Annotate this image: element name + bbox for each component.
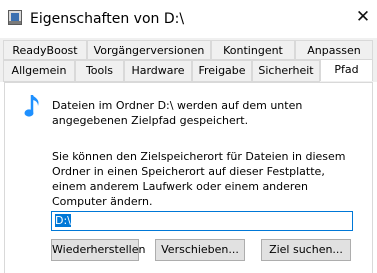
close-icon[interactable]: ✕ <box>352 6 374 28</box>
restore-button[interactable]: Wiederherstellen <box>51 239 145 261</box>
location-instructions: Sie können den Zielspeicherort für Datei… <box>52 150 346 208</box>
tab-vorgaengerversionen[interactable]: Vorgängerversionen <box>87 40 211 60</box>
move-button[interactable]: Verschieben... <box>155 239 245 261</box>
tab-readyboost[interactable]: ReadyBoost <box>3 40 87 60</box>
window-title: Eigenschaften von D:\ <box>30 11 185 27</box>
tab-allgemein[interactable]: Allgemein <box>3 60 75 82</box>
folder-description: Dateien im Ordner D:\ werden auf dem unt… <box>52 99 303 127</box>
path-value: D:\ <box>55 214 71 227</box>
tab-anpassen[interactable]: Anpassen <box>295 40 373 60</box>
tab-tools[interactable]: Tools <box>75 60 124 82</box>
tab-kontingent[interactable]: Kontingent <box>211 40 295 60</box>
title-bar: Eigenschaften von D:\ ✕ <box>0 0 377 38</box>
target-path-input[interactable]: D:\ <box>51 211 353 231</box>
drive-properties-icon <box>8 10 22 25</box>
tab-strip: ReadyBoost Vorgängerversionen Kontingent… <box>0 38 377 82</box>
tab-freigabe[interactable]: Freigabe <box>192 60 252 82</box>
music-note-icon <box>24 95 39 117</box>
tab-pfad[interactable]: Pfad <box>320 59 373 81</box>
find-target-button[interactable]: Ziel suchen... <box>261 239 351 261</box>
tab-sicherheit[interactable]: Sicherheit <box>252 60 320 82</box>
tab-hardware[interactable]: Hardware <box>124 60 192 82</box>
